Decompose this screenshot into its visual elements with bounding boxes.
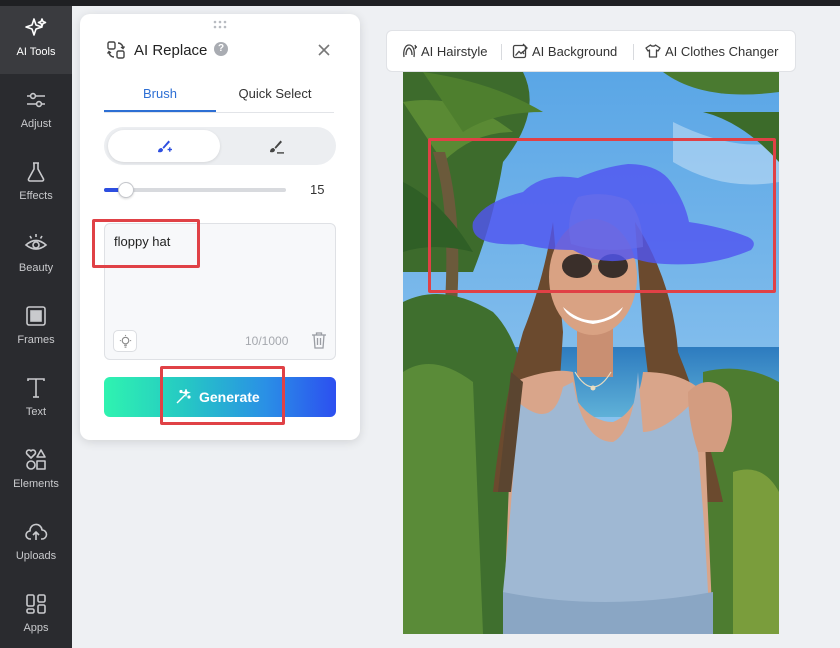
sidebar-item-ai-tools[interactable]: AI Tools xyxy=(0,6,72,74)
drag-handle-icon[interactable] xyxy=(213,20,227,30)
prompt-highlight-box xyxy=(92,219,200,268)
background-edit-icon xyxy=(512,43,528,59)
eye-icon xyxy=(24,234,48,250)
sidebar-item-label: Elements xyxy=(13,478,59,490)
sidebar-item-elements[interactable]: Elements xyxy=(0,438,72,506)
sidebar: AI Tools Adjust Effects Beauty Frames Te… xyxy=(0,6,72,648)
sidebar-item-text[interactable]: Text xyxy=(0,366,72,434)
text-icon xyxy=(27,378,45,398)
close-icon[interactable] xyxy=(316,42,332,58)
sidebar-item-beauty[interactable]: Beauty xyxy=(0,222,72,290)
trash-icon[interactable] xyxy=(311,331,327,349)
slider-thumb[interactable] xyxy=(117,182,134,198)
shapes-icon xyxy=(25,449,46,470)
help-icon[interactable]: ? xyxy=(214,42,228,56)
sidebar-item-label: AI Tools xyxy=(16,46,56,58)
brush-size-value: 15 xyxy=(310,182,325,197)
lightbulb-icon xyxy=(119,334,132,348)
brush-mode-toggle xyxy=(104,127,336,165)
top-bar xyxy=(0,0,840,6)
active-tab-indicator xyxy=(104,110,216,112)
toolbar-divider xyxy=(501,44,502,60)
sparkle-icon xyxy=(25,18,47,36)
sidebar-item-label: Text xyxy=(25,406,47,418)
shirt-icon xyxy=(645,44,661,58)
ai-clothes-changer-button[interactable]: AI Clothes Changer xyxy=(645,31,785,71)
sidebar-item-label: Frames xyxy=(17,334,55,346)
replace-icon xyxy=(106,41,126,59)
char-count: 10/1000 xyxy=(245,334,289,348)
brush-erase-icon xyxy=(270,140,284,154)
brush-add-button[interactable] xyxy=(108,130,220,162)
tab-quick-select[interactable]: Quick Select xyxy=(216,86,334,112)
toolbar-divider xyxy=(633,44,634,60)
mask-highlight-box xyxy=(428,138,776,293)
sidebar-item-label: Beauty xyxy=(18,262,54,274)
ai-background-button[interactable]: AI Background xyxy=(512,31,624,71)
sidebar-item-uploads[interactable]: Uploads xyxy=(0,510,72,578)
brush-size-slider[interactable] xyxy=(104,182,286,198)
brush-add-icon xyxy=(158,140,172,153)
sliders-icon xyxy=(27,92,45,108)
brush-erase-button[interactable] xyxy=(220,130,332,162)
sidebar-item-adjust[interactable]: Adjust xyxy=(0,78,72,146)
ai-hairstyle-button[interactable]: AI Hairstyle xyxy=(401,31,505,71)
tool-label: AI Background xyxy=(532,44,618,59)
sidebar-item-label: Apps xyxy=(23,622,49,634)
flask-icon xyxy=(27,162,45,182)
sidebar-item-label: Uploads xyxy=(15,550,57,562)
hairstyle-icon xyxy=(403,44,417,58)
sidebar-item-frames[interactable]: Frames xyxy=(0,294,72,362)
cloud-upload-icon xyxy=(25,523,48,540)
generate-highlight-box xyxy=(160,366,285,425)
panel-title: AI Replace xyxy=(134,42,208,59)
tool-label: AI Clothes Changer xyxy=(665,44,779,59)
inspiration-button[interactable] xyxy=(113,330,137,352)
tool-label: AI Hairstyle xyxy=(421,44,488,59)
sidebar-item-label: Adjust xyxy=(20,118,52,130)
sidebar-item-effects[interactable]: Effects xyxy=(0,150,72,218)
ai-tools-toolbar: AI Hairstyle AI Background AI Clothes Ch… xyxy=(386,30,796,72)
sidebar-item-label: Effects xyxy=(19,190,53,202)
tab-brush[interactable]: Brush xyxy=(104,86,216,112)
apps-icon xyxy=(26,594,46,614)
tabs-divider xyxy=(104,112,334,113)
frame-icon xyxy=(26,306,46,326)
sidebar-item-apps[interactable]: Apps xyxy=(0,582,72,648)
